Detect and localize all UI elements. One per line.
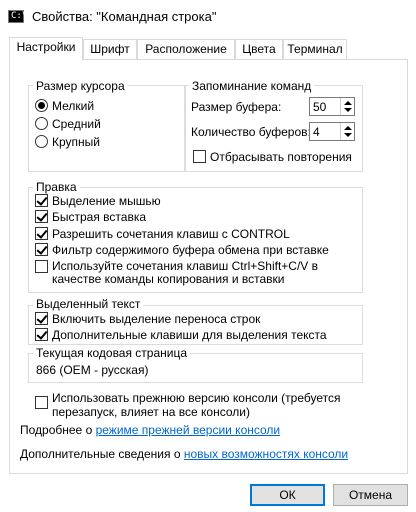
ctrl-shift-cv-label[interactable]: Используйте сочетания клавиш Ctrl+Shift+… <box>52 259 318 273</box>
mouse-selection-checkbox[interactable] <box>35 194 48 207</box>
quick-paste-label[interactable]: Быстрая вставка <box>52 210 146 224</box>
extended-keys-label[interactable]: Дополнительные клавиши для выделения тек… <box>52 328 327 342</box>
radio-large[interactable] <box>35 135 48 148</box>
cancel-button[interactable]: Отмена <box>333 484 408 506</box>
legacy-mode-link[interactable]: режиме прежней версии консоли <box>96 423 281 437</box>
quick-paste-checkbox[interactable] <box>35 210 48 223</box>
title-bar: C:\ Свойства: "Командная строка" <box>0 0 416 32</box>
more-info-line: Подробнее о режиме прежней версии консол… <box>20 423 280 437</box>
cursor-size-title: Размер курсора <box>33 79 128 93</box>
radio-medium-label[interactable]: Средний <box>52 117 101 131</box>
new-features-link[interactable]: новых возможностях консоли <box>184 447 348 461</box>
spin-up-icon[interactable] <box>344 101 352 105</box>
tab-colors[interactable]: Цвета <box>235 39 283 59</box>
buffer-size-stepper[interactable]: 50 <box>309 97 355 116</box>
buffer-count-spin-buttons[interactable] <box>340 123 354 140</box>
wrap-selection-checkbox[interactable] <box>35 312 48 325</box>
extended-keys-checkbox[interactable] <box>35 328 48 341</box>
radio-small-label[interactable]: Мелкий <box>52 99 94 113</box>
ctrl-shortcuts-checkbox[interactable] <box>35 227 48 240</box>
wrap-selection-label[interactable]: Включить выделение переноса строк <box>52 312 260 326</box>
buffer-size-spin-buttons[interactable] <box>340 98 354 115</box>
edit-title: Правка <box>33 180 80 194</box>
ctrl-shift-cv-label-line2[interactable]: качестве команды копирования и вставки <box>52 272 285 286</box>
buffer-count-stepper[interactable]: 4 <box>309 122 355 141</box>
spin-down-icon[interactable] <box>344 108 352 112</box>
details-prefix: Дополнительные сведения о <box>20 447 184 461</box>
buffer-size-label: Размер буфера: <box>191 100 282 114</box>
legacy-console-label[interactable]: Использовать прежнюю версию консоли (тре… <box>52 391 340 405</box>
tab-font[interactable]: Шрифт <box>83 39 137 59</box>
window-title: Свойства: "Командная строка" <box>32 9 217 24</box>
mouse-selection-label[interactable]: Выделение мышью <box>52 194 161 208</box>
selection-title: Выделенный текст <box>33 297 144 311</box>
settings-panel: Размер курсора Мелкий Средний Крупный За… <box>9 59 408 474</box>
buffer-count-value[interactable]: 4 <box>313 125 320 139</box>
discard-duplicates-checkbox[interactable] <box>193 150 206 163</box>
tab-terminal[interactable]: Терминал <box>283 39 347 59</box>
spin-down-icon[interactable] <box>344 133 352 137</box>
command-history-title: Запоминание команд <box>189 79 315 93</box>
buffer-count-label: Количество буферов: <box>191 125 311 139</box>
buffer-size-value[interactable]: 50 <box>313 100 326 114</box>
console-icon: C:\ <box>8 10 27 23</box>
tab-layout[interactable]: Расположение <box>137 39 235 59</box>
discard-duplicates-label[interactable]: Отбрасывать повторения <box>210 150 352 164</box>
clipboard-filter-checkbox[interactable] <box>35 243 48 256</box>
radio-medium[interactable] <box>35 117 48 130</box>
ctrl-shortcuts-label[interactable]: Разрешить сочетания клавиш с CONTROL <box>52 227 290 241</box>
codepage-value: 866 (OEM - русская) <box>36 363 149 377</box>
legacy-console-label-line2[interactable]: перезапуск, влияет на все консоли) <box>52 405 250 419</box>
radio-small[interactable] <box>35 99 48 112</box>
details-line: Дополнительные сведения о новых возможно… <box>20 447 348 461</box>
spin-up-icon[interactable] <box>344 126 352 130</box>
ctrl-shift-cv-checkbox[interactable] <box>35 260 48 273</box>
tab-settings[interactable]: Настройки <box>9 37 83 60</box>
more-info-prefix: Подробнее о <box>20 423 96 437</box>
legacy-console-checkbox[interactable] <box>35 396 48 409</box>
ok-button[interactable]: ОК <box>250 484 325 506</box>
radio-large-label[interactable]: Крупный <box>52 135 100 149</box>
codepage-title: Текущая кодовая страница <box>33 346 191 360</box>
clipboard-filter-label[interactable]: Фильтр содержимого буфера обмена при вст… <box>52 243 329 257</box>
